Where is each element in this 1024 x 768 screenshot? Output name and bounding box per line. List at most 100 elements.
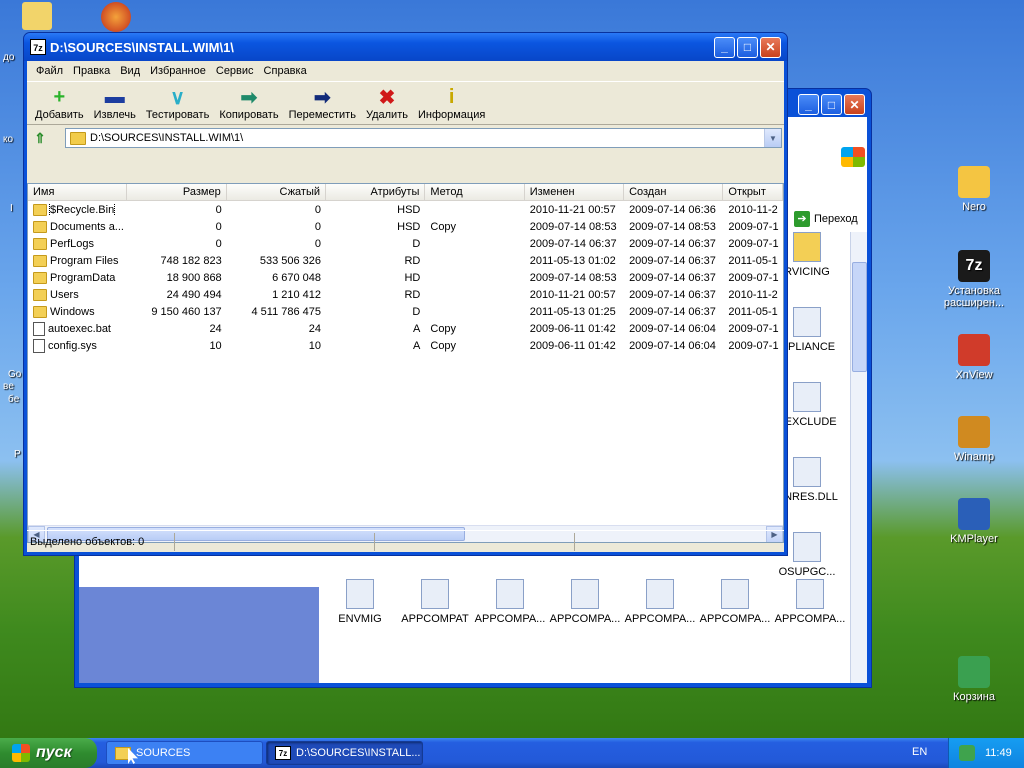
file-gear-icon — [793, 532, 821, 562]
plus-icon: + — [53, 85, 66, 108]
menu-item[interactable]: Правка — [68, 65, 115, 77]
desktop-icon-kmplayer[interactable]: KMPlayer — [934, 498, 1014, 545]
table-row[interactable]: Users 24 490 494 1 210 412 RD 2010-11-21 00:… — [28, 286, 783, 303]
explorer-item[interactable]: APPCOMPA... — [622, 579, 698, 625]
chevron-down-icon[interactable]: ▼ — [764, 129, 781, 147]
status-date — [575, 533, 775, 551]
modified-cell: 2009-06-11 01:42 — [529, 339, 616, 352]
close-button[interactable]: ✕ — [844, 94, 865, 115]
desktop-icon-nero[interactable]: Nero — [934, 166, 1014, 213]
up-folder-button[interactable]: ⇑ — [29, 128, 51, 148]
menu-item[interactable]: Справка — [259, 65, 312, 77]
accessed-cell: 2010-11-2 — [728, 203, 778, 216]
address-input[interactable]: D:\SOURCES\INSTALL.WIM\1\ — [90, 132, 764, 144]
task-label: D:\SOURCES\INSTALL... — [296, 747, 421, 759]
folder-icon — [33, 220, 47, 233]
table-row[interactable]: Windows 9 150 460 137 4 511 786 475 D 2011-0… — [28, 303, 783, 320]
7zip-window[interactable]: 7z D:\SOURCES\INSTALL.WIM\1\ _ □ ✕ Файл П… — [23, 32, 788, 556]
file-name: ProgramData — [50, 271, 116, 284]
gear-file-icon — [721, 579, 749, 609]
list-header: Имя Размер Сжатый Атрибуты Метод Изменен Созда… — [28, 184, 783, 201]
column-header[interactable]: Открыт — [723, 184, 783, 200]
scroll-thumb[interactable] — [852, 262, 867, 372]
explorer-item[interactable]: APPCOMPA... — [472, 579, 548, 625]
packed-cell: 533 506 326 — [259, 254, 322, 267]
clock[interactable]: 11:49 — [985, 747, 1012, 759]
explorer-item[interactable]: APPCOMPA... — [697, 579, 773, 625]
table-row[interactable]: PerfLogs 0 0 D 2009-07-14 06:37 2009-07-14 06… — [28, 235, 783, 252]
go-button[interactable]: ➔ Переход — [794, 209, 874, 229]
explorer-item[interactable]: APPCOMPA... — [547, 579, 623, 625]
explorer-item-label: APPCOMPAT — [401, 613, 469, 625]
delete-button[interactable]: ✖ Удалить — [362, 86, 412, 122]
desktop-icon-winamp[interactable]: Winamp — [934, 416, 1014, 463]
column-header[interactable]: Метод — [425, 184, 525, 200]
created-cell: 2009-07-14 06:04 — [629, 322, 716, 335]
title-bar[interactable]: 7z D:\SOURCES\INSTALL.WIM\1\ _ □ ✕ — [24, 33, 787, 61]
desktop-icon-xnview[interactable]: XnView — [934, 334, 1014, 381]
add-button[interactable]: + Добавить — [31, 85, 88, 122]
minimize-button[interactable]: _ — [714, 36, 735, 58]
start-button[interactable]: пуск — [0, 738, 97, 768]
attr-cell: HSD — [397, 220, 421, 233]
gear-file-icon — [646, 579, 674, 609]
recycle-icon — [958, 656, 990, 688]
desktop-icon-label: Nero — [962, 201, 986, 213]
close-button[interactable]: ✕ — [760, 36, 781, 58]
file-icon — [33, 321, 45, 336]
column-header[interactable]: Имя — [28, 184, 128, 200]
test-button[interactable]: ∨ Тестировать — [142, 86, 214, 122]
extract-button[interactable]: ▬ Извлечь — [90, 86, 140, 122]
toolbar-label: Тестировать — [145, 109, 210, 121]
maximize-button[interactable]: □ — [821, 94, 842, 115]
menu-item[interactable]: Избранное — [145, 65, 211, 77]
desktop-icon-partial-1[interactable] — [22, 2, 52, 30]
maximize-button[interactable]: □ — [737, 36, 758, 58]
table-row[interactable]: ProgramData 18 900 868 6 670 048 HD 2009-07-… — [28, 269, 783, 286]
packed-cell: 6 670 048 — [272, 271, 322, 284]
minimize-button[interactable]: _ — [798, 94, 819, 115]
explorer-item-label: APPCOMPA... — [624, 613, 696, 625]
column-header[interactable]: Атрибуты — [326, 184, 426, 200]
desktop-icon-recycle[interactable]: Корзина — [934, 656, 1014, 703]
status-bar: Выделено объектов: 0 — [27, 530, 784, 552]
column-header[interactable]: Создан — [624, 184, 724, 200]
desktop-icon-partial-2[interactable] — [101, 2, 131, 32]
accessed-cell: 2009-07-1 — [728, 339, 779, 352]
copy-button[interactable]: ➡ Копировать — [215, 86, 282, 122]
menu-item[interactable]: Вид — [115, 65, 145, 77]
table-row[interactable]: Documents a... 0 0 HSD Copy 2009-07-14 08:53 2… — [28, 218, 783, 235]
desktop-icon-7zip[interactable]: 7z Установка расширен... — [934, 250, 1014, 309]
explorer-item[interactable]: APPCOMPA... — [772, 579, 848, 625]
created-cell: 2009-07-14 06:36 — [629, 203, 716, 216]
explorer-item[interactable]: ENVMIG — [322, 579, 398, 625]
address-combobox[interactable]: D:\SOURCES\INSTALL.WIM\1\ ▼ — [65, 128, 782, 148]
modified-cell: 2010-11-21 00:57 — [529, 203, 616, 216]
window-title: D:\SOURCES\INSTALL.WIM\1\ — [50, 39, 234, 55]
column-header[interactable]: Размер — [127, 184, 227, 200]
table-row[interactable]: autoexec.bat 24 24 A Copy 2009-06-11 01:42 200… — [28, 320, 783, 337]
network-tray-icon[interactable] — [959, 745, 975, 761]
file-list[interactable]: Имя Размер Сжатый Атрибуты Метод Изменен Созда… — [27, 183, 784, 543]
packed-cell: 10 — [308, 339, 322, 352]
taskbar: пуск SOURCES 7z D:\SOURCES\INSTALL... EN… — [0, 738, 1024, 768]
menu-item[interactable]: Сервис — [211, 65, 259, 77]
method-cell: Copy — [430, 322, 457, 335]
language-indicator[interactable]: EN — [912, 746, 927, 758]
table-row[interactable]: Program Files 748 182 823 533 506 326 RD 201… — [28, 252, 783, 269]
column-header[interactable]: Изменен — [525, 184, 625, 200]
table-row[interactable]: config.sys 10 10 A Copy 2009-06-11 01:42 2009-… — [28, 337, 783, 354]
desktop-icon-label: Установка расширен... — [943, 285, 1005, 309]
explorer-vertical-scrollbar[interactable] — [850, 232, 867, 683]
taskbar-item-7zip[interactable]: 7z D:\SOURCES\INSTALL... — [266, 741, 423, 765]
explorer-item-label: ENVMIG — [338, 613, 382, 625]
7zip-app-icon[interactable]: 7z — [30, 39, 46, 55]
address-bar: ⇑ D:\SOURCES\INSTALL.WIM\1\ ▼ — [27, 125, 784, 151]
move-button[interactable]: ➡ Переместить — [285, 86, 360, 122]
table-row[interactable]: $Recycle.Bin 0 0 HSD 2010-11-21 00:57 2009-07… — [28, 201, 783, 218]
info-button[interactable]: i Информация — [414, 86, 489, 122]
folder-icon — [793, 232, 821, 262]
column-header[interactable]: Сжатый — [227, 184, 327, 200]
explorer-item[interactable]: APPCOMPAT — [397, 579, 473, 625]
menu-item[interactable]: Файл — [31, 65, 68, 77]
